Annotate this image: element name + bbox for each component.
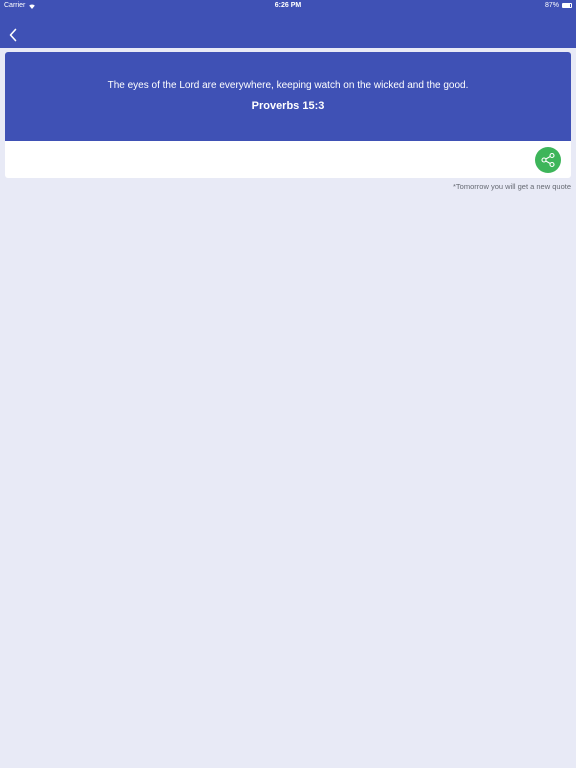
- quote-card: The eyes of the Lord are everywhere, kee…: [5, 52, 571, 178]
- back-button[interactable]: [4, 26, 22, 44]
- status-bar: Carrier 6:26 PM 87%: [0, 0, 576, 12]
- share-button[interactable]: [535, 147, 561, 173]
- quote-reference: Proverbs 15:3: [251, 100, 325, 112]
- battery-icon: [562, 3, 572, 8]
- navigation-bar: [0, 12, 576, 48]
- quote-text: The eyes of the Lord are everywhere, kee…: [107, 80, 469, 91]
- footnote: *Tomorrow you will get a new quote: [453, 182, 571, 191]
- status-time: 6:26 PM: [274, 2, 302, 9]
- share-icon: [541, 152, 555, 168]
- quote-panel: The eyes of the Lord are everywhere, kee…: [5, 52, 571, 141]
- battery-fill: [563, 4, 570, 7]
- chevron-left-icon: [9, 28, 17, 42]
- status-battery: 87%: [545, 2, 572, 9]
- battery-percent: 87%: [544, 2, 559, 9]
